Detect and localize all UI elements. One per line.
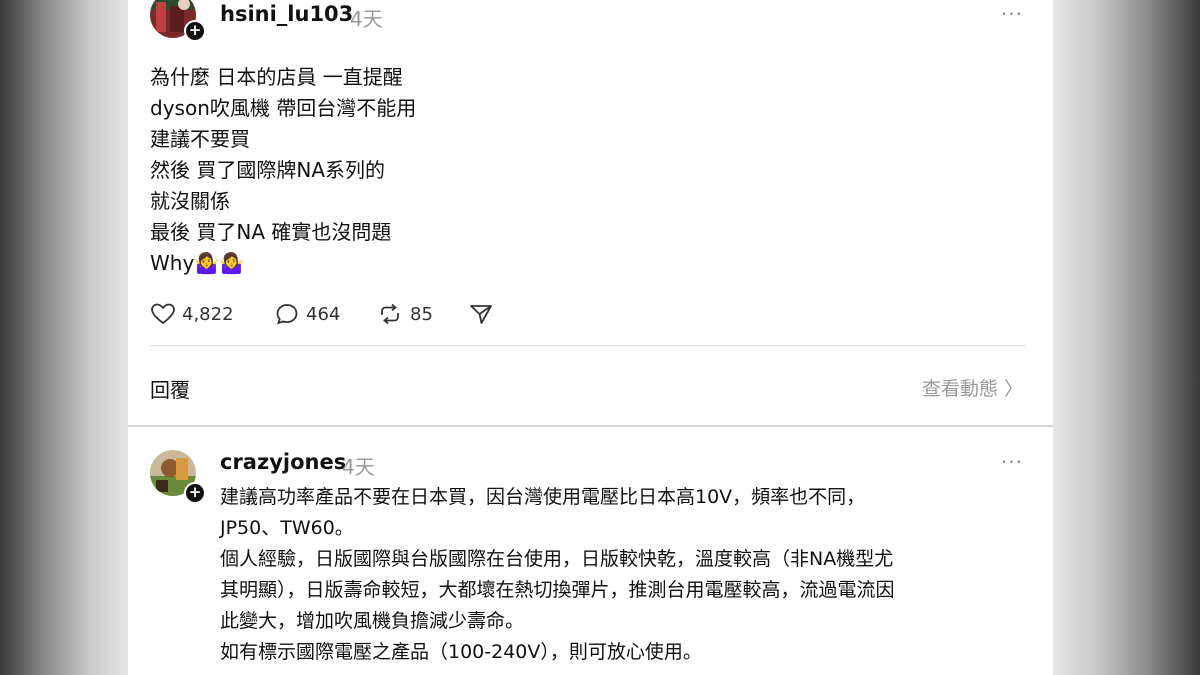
follow-plus-icon[interactable]: +	[184, 482, 206, 504]
reply-line: 個人經驗，日版國際與台版國際在台使用，日版較快乾，溫度較高（非NA機型尤	[220, 548, 894, 570]
post-timestamp: 4天	[350, 7, 383, 31]
post-line: 建議不要買	[150, 127, 250, 151]
comment-icon	[276, 304, 298, 325]
background-right	[1052, 0, 1200, 675]
repost-count: 85	[410, 303, 433, 325]
section-separator	[128, 425, 1053, 427]
like-count: 4,822	[182, 303, 234, 325]
heart-icon	[151, 303, 175, 325]
follow-plus-icon[interactable]: +	[184, 20, 206, 42]
divider	[150, 345, 1025, 346]
reply-timestamp: 4天	[342, 455, 375, 479]
replies-heading: 回覆	[150, 378, 190, 402]
post-more-icon[interactable]: ···	[1001, 2, 1023, 26]
reply-more-icon[interactable]: ···	[1001, 450, 1023, 474]
post-line: dyson吹風機 帶回台灣不能用	[150, 96, 417, 120]
share-button[interactable]	[468, 300, 500, 328]
reply-line: JP50、TW60。	[220, 517, 354, 539]
post-username[interactable]: hsini_lu103	[220, 2, 353, 26]
post-line: 為什麼 日本的店員 一直提醒	[150, 65, 403, 89]
send-icon	[470, 305, 492, 324]
post-text: 為什麼 日本的店員 一直提醒 dyson吹風機 帶回台灣不能用 建議不要買 然後…	[150, 62, 750, 279]
reply-line: 其明顯），日版壽命較短，大都壞在熱切換彈片，推測台用電壓較高，流過電流因	[220, 579, 895, 601]
thread-panel: + hsini_lu103 4天 ··· 為什麼 日本的店員 一直提醒 dyso…	[128, 0, 1053, 675]
post-line: 然後 買了國際牌NA系列的	[150, 158, 385, 182]
reply-line: 建議高功率產品不要在日本買，因台灣使用電壓比日本高10V，頻率也不同，	[220, 486, 866, 508]
repost-button[interactable]: 85	[376, 300, 433, 328]
comment-count: 464	[306, 303, 341, 325]
comment-button[interactable]: 464	[274, 300, 340, 328]
post-line: 就沒關係	[150, 189, 230, 213]
post-line: Why🤷‍♀️🤷‍♀️	[150, 251, 245, 275]
repost-icon	[381, 303, 399, 325]
background-left	[0, 0, 128, 675]
reply-line: 此變大，增加吹風機負擔減少壽命。	[220, 610, 525, 632]
like-button[interactable]: 4,822	[150, 300, 234, 328]
reply-text: 建議高功率產品不要在日本買，因台灣使用電壓比日本高10V，頻率也不同， JP50…	[220, 482, 1030, 668]
view-activity-link[interactable]: 查看動態 〉	[922, 374, 1023, 401]
reply-line: 如有標示國際電壓之產品（100-240V），則可放心使用。	[220, 641, 702, 663]
post-line: 最後 買了NA 確實也沒問題	[150, 220, 392, 244]
reply-username[interactable]: crazyjones	[220, 450, 346, 474]
